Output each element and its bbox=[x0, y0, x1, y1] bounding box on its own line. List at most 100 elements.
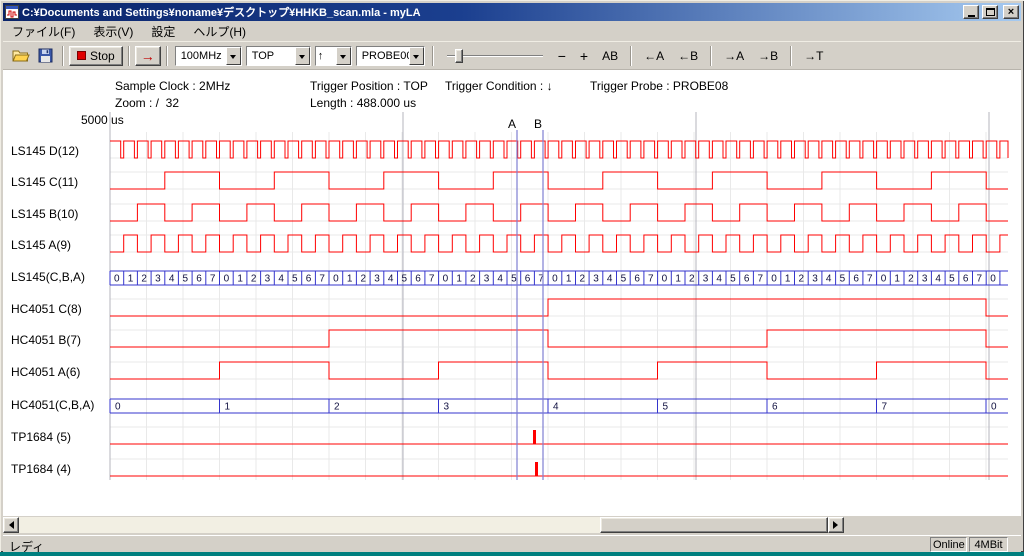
chevron-down-icon[interactable] bbox=[336, 47, 351, 65]
svg-text:4: 4 bbox=[278, 274, 284, 285]
svg-text:1: 1 bbox=[128, 274, 134, 285]
chevron-down-icon[interactable] bbox=[409, 47, 424, 65]
svg-text:2: 2 bbox=[799, 274, 805, 285]
svg-text:3: 3 bbox=[922, 274, 928, 285]
svg-text:0: 0 bbox=[443, 274, 449, 285]
open-file-button[interactable] bbox=[9, 45, 33, 67]
close-icon: × bbox=[1008, 7, 1014, 18]
svg-text:0: 0 bbox=[224, 274, 230, 285]
status-online: Online bbox=[930, 537, 967, 552]
toolbar-separator bbox=[62, 46, 64, 66]
svg-text:6: 6 bbox=[525, 274, 531, 285]
svg-text:6: 6 bbox=[963, 274, 969, 285]
horizontal-scrollbar[interactable] bbox=[3, 517, 844, 533]
zoom-slider[interactable] bbox=[447, 46, 543, 66]
close-button[interactable]: × bbox=[1003, 5, 1019, 19]
menu-file[interactable]: ファイル(F) bbox=[3, 20, 84, 43]
toolbar-separator bbox=[432, 46, 434, 66]
menu-settings[interactable]: 設定 bbox=[142, 20, 184, 43]
move-left-to-b-button[interactable]: ←B bbox=[674, 47, 702, 65]
trigger-edge-combo[interactable]: ↑ bbox=[315, 46, 352, 66]
chevron-down-icon[interactable] bbox=[226, 47, 241, 65]
svg-text:4: 4 bbox=[826, 274, 832, 285]
svg-text:6: 6 bbox=[744, 274, 750, 285]
menu-view[interactable]: 表示(V) bbox=[84, 20, 142, 43]
svg-text:7: 7 bbox=[867, 274, 873, 285]
move-right-to-b-button[interactable]: →B bbox=[754, 47, 782, 65]
scroll-left-button[interactable] bbox=[3, 517, 19, 533]
sample-clock-combo[interactable]: 100MHz bbox=[175, 46, 242, 66]
svg-text:6: 6 bbox=[634, 274, 640, 285]
toolbar-separator bbox=[790, 46, 792, 66]
svg-text:3: 3 bbox=[444, 402, 450, 413]
svg-text:4: 4 bbox=[553, 402, 559, 413]
save-file-button[interactable] bbox=[33, 45, 57, 67]
titlebar[interactable]: C:¥Documents and Settings¥noname¥デスクトップ¥… bbox=[3, 3, 1021, 21]
trigger-edge-value: ↑ bbox=[316, 47, 336, 65]
svg-text:5: 5 bbox=[949, 274, 955, 285]
svg-text:2: 2 bbox=[141, 274, 147, 285]
scrollbar-thumb[interactable] bbox=[600, 517, 828, 533]
trigger-probe-value: PROBE00 bbox=[357, 47, 409, 65]
triangle-right-icon bbox=[833, 521, 842, 529]
waveform-plot[interactable]: 0123456701234567012345670123456701234567… bbox=[3, 70, 1021, 516]
floppy-disk-icon bbox=[38, 48, 53, 63]
trigger-position-value: TOP bbox=[247, 47, 295, 65]
chevron-down-icon[interactable] bbox=[295, 47, 310, 65]
goto-trigger-button[interactable]: →T bbox=[800, 47, 827, 65]
svg-text:6: 6 bbox=[196, 274, 202, 285]
zoom-out-button[interactable]: − bbox=[554, 46, 570, 66]
svg-text:2: 2 bbox=[251, 274, 257, 285]
svg-text:7: 7 bbox=[648, 274, 654, 285]
menu-help[interactable]: ヘルプ(H) bbox=[184, 20, 255, 43]
svg-text:7: 7 bbox=[758, 274, 764, 285]
svg-text:3: 3 bbox=[265, 274, 271, 285]
svg-text:0: 0 bbox=[990, 274, 996, 285]
zoom-in-button[interactable]: + bbox=[576, 46, 592, 66]
maximize-button[interactable] bbox=[982, 5, 998, 19]
triangle-left-icon bbox=[5, 521, 14, 529]
trigger-probe-combo[interactable]: PROBE00 bbox=[356, 46, 425, 66]
scroll-right-button[interactable] bbox=[828, 517, 844, 533]
toolbar-separator bbox=[166, 46, 168, 66]
svg-text:3: 3 bbox=[484, 274, 490, 285]
svg-text:1: 1 bbox=[237, 274, 243, 285]
status-message: レディ bbox=[9, 538, 44, 552]
svg-text:1: 1 bbox=[785, 274, 791, 285]
move-left-to-a-button[interactable]: ←A bbox=[640, 47, 668, 65]
svg-text:1: 1 bbox=[225, 402, 231, 413]
svg-text:0: 0 bbox=[771, 274, 777, 285]
svg-text:1: 1 bbox=[894, 274, 900, 285]
svg-text:6: 6 bbox=[772, 402, 778, 413]
svg-text:0: 0 bbox=[114, 274, 120, 285]
trigger-position-combo[interactable]: TOP bbox=[246, 46, 311, 66]
svg-text:7: 7 bbox=[429, 274, 435, 285]
menubar: ファイル(F) 表示(V) 設定 ヘルプ(H) bbox=[3, 22, 1021, 41]
svg-text:6: 6 bbox=[306, 274, 312, 285]
svg-text:6: 6 bbox=[853, 274, 859, 285]
svg-text:3: 3 bbox=[374, 274, 380, 285]
statusbar: レディ Online 4MBit bbox=[3, 535, 1021, 552]
window-title: C:¥Documents and Settings¥noname¥デスクトップ¥… bbox=[22, 4, 960, 20]
move-right-to-a-button[interactable]: →A bbox=[720, 47, 748, 65]
minimize-icon bbox=[968, 15, 975, 17]
svg-text:7: 7 bbox=[882, 402, 888, 413]
run-arrow-icon: → bbox=[141, 48, 155, 64]
stop-button[interactable]: Stop bbox=[69, 46, 123, 66]
svg-text:0: 0 bbox=[552, 274, 558, 285]
zoom-slider-thumb[interactable] bbox=[455, 49, 463, 63]
svg-text:2: 2 bbox=[470, 274, 476, 285]
app-window: C:¥Documents and Settings¥noname¥デスクトップ¥… bbox=[0, 0, 1024, 552]
run-button[interactable]: → bbox=[135, 46, 161, 66]
svg-text:0: 0 bbox=[991, 402, 997, 413]
minimize-button[interactable] bbox=[963, 5, 979, 19]
sample-clock-value: 100MHz bbox=[176, 47, 226, 65]
svg-text:5: 5 bbox=[292, 274, 298, 285]
svg-text:1: 1 bbox=[347, 274, 353, 285]
maximize-icon bbox=[986, 8, 995, 16]
svg-text:4: 4 bbox=[497, 274, 503, 285]
ab-span-button[interactable]: AB bbox=[598, 47, 622, 65]
status-memory: 4MBit bbox=[969, 537, 1008, 552]
open-folder-icon bbox=[12, 49, 30, 63]
app-icon bbox=[5, 5, 19, 19]
